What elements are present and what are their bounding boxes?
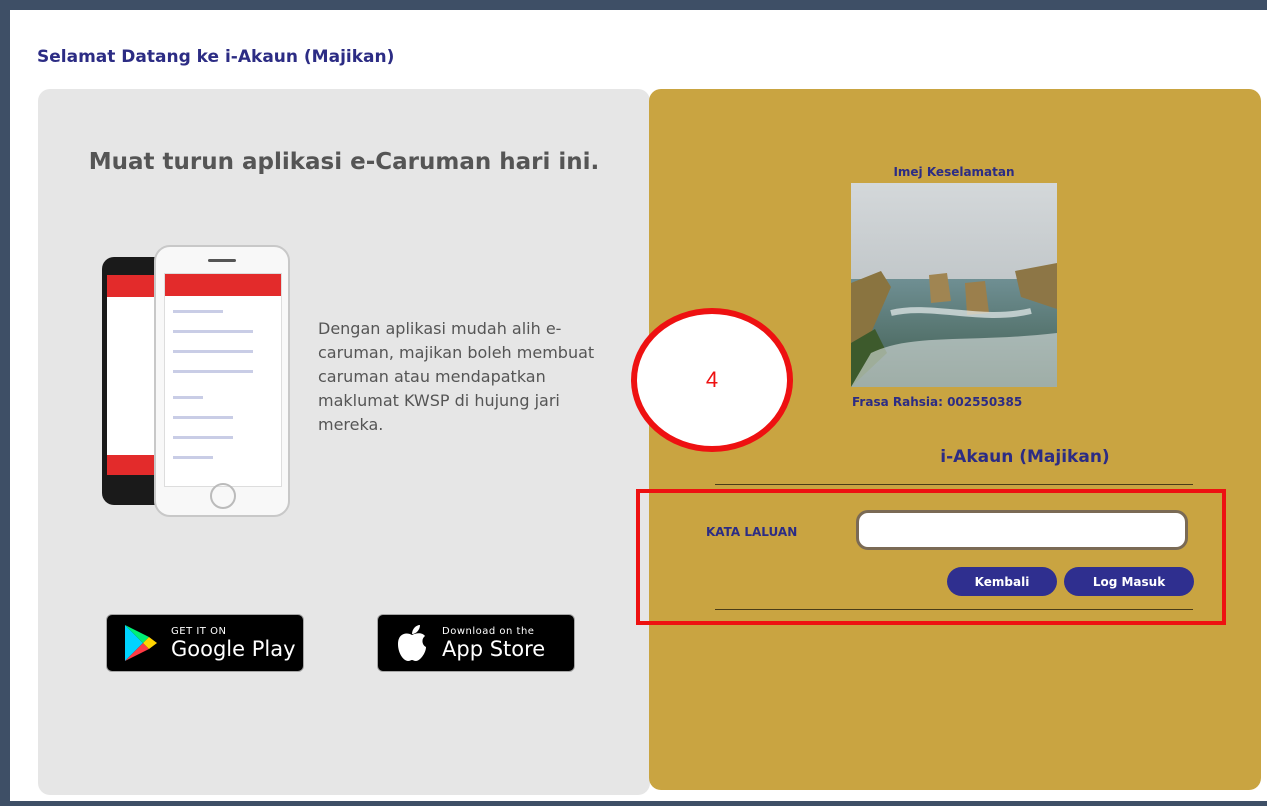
app-store-badge[interactable]: Download on the App Store [377, 614, 575, 672]
promo-heading: Muat turun aplikasi e-Caruman hari ini. [88, 149, 600, 175]
apple-icon [392, 623, 432, 663]
secret-phrase: Frasa Rahsia: 002550385 [852, 395, 1023, 409]
google-play-badge[interactable]: GET IT ON Google Play [106, 614, 304, 672]
google-play-small-text: GET IT ON [171, 625, 227, 637]
security-image-label: Imej Keselamatan [893, 165, 1015, 179]
divider-top [715, 484, 1193, 485]
app-promo-panel: Muat turun aplikasi e-Caruman hari ini. [38, 89, 650, 795]
app-store-big-text: App Store [442, 636, 546, 661]
highlight-box [636, 489, 1226, 625]
step-marker-circle: 4 [631, 308, 793, 452]
account-title: i-Akaun (Majikan) [940, 447, 1110, 467]
phone-front-illustration [154, 245, 290, 517]
google-play-icon [121, 623, 161, 663]
security-image [851, 183, 1057, 387]
google-play-big-text: Google Play [171, 636, 296, 661]
page-title: Selamat Datang ke i-Akaun (Majikan) [37, 47, 395, 67]
app-store-small-text: Download on the [442, 625, 535, 637]
phone-mockup-image [102, 245, 292, 517]
promo-description: Dengan aplikasi mudah alih e-caruman, ma… [318, 319, 595, 434]
main-frame: Selamat Datang ke i-Akaun (Majikan) Muat… [10, 10, 1267, 801]
